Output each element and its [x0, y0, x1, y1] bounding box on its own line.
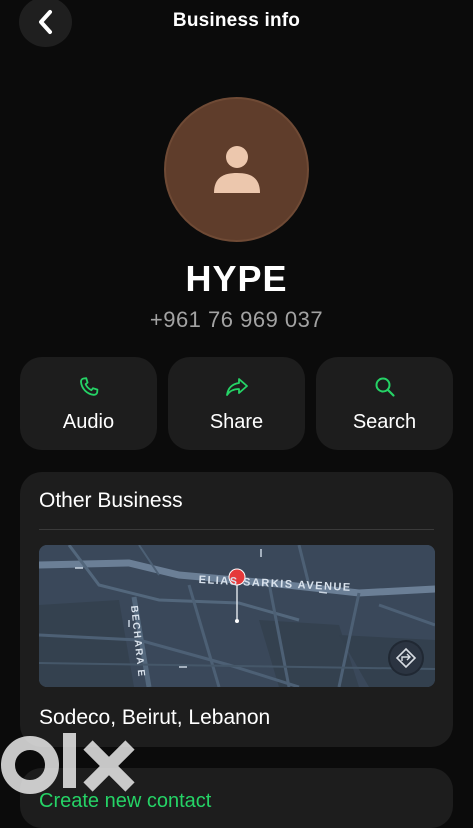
olx-watermark-logo	[0, 725, 150, 805]
avatar[interactable]	[164, 97, 309, 242]
business-name: HYPE	[185, 258, 288, 299]
location-map[interactable]: ELIAS SARKIS AVENUE BECHARA E	[39, 545, 435, 687]
map-graphic	[39, 545, 435, 687]
share-icon	[225, 378, 248, 396]
card-title: Other Business	[39, 489, 183, 512]
share-label: Share	[209, 411, 264, 433]
page-title: Business info	[172, 10, 301, 31]
divider	[39, 529, 434, 530]
business-card: Other Business ELIAS SARKIS AVENUE BECHA…	[20, 472, 453, 747]
phone-icon	[79, 377, 98, 396]
search-button[interactable]: Search	[316, 357, 453, 450]
audio-label: Audio	[62, 411, 115, 433]
phone-number: +961 76 969 037	[149, 307, 324, 332]
person-icon	[214, 146, 260, 193]
header: Business info	[0, 0, 473, 47]
audio-call-button[interactable]: Audio	[20, 357, 157, 450]
search-icon	[375, 377, 395, 397]
search-label: Search	[352, 411, 417, 433]
share-button[interactable]: Share	[168, 357, 305, 450]
